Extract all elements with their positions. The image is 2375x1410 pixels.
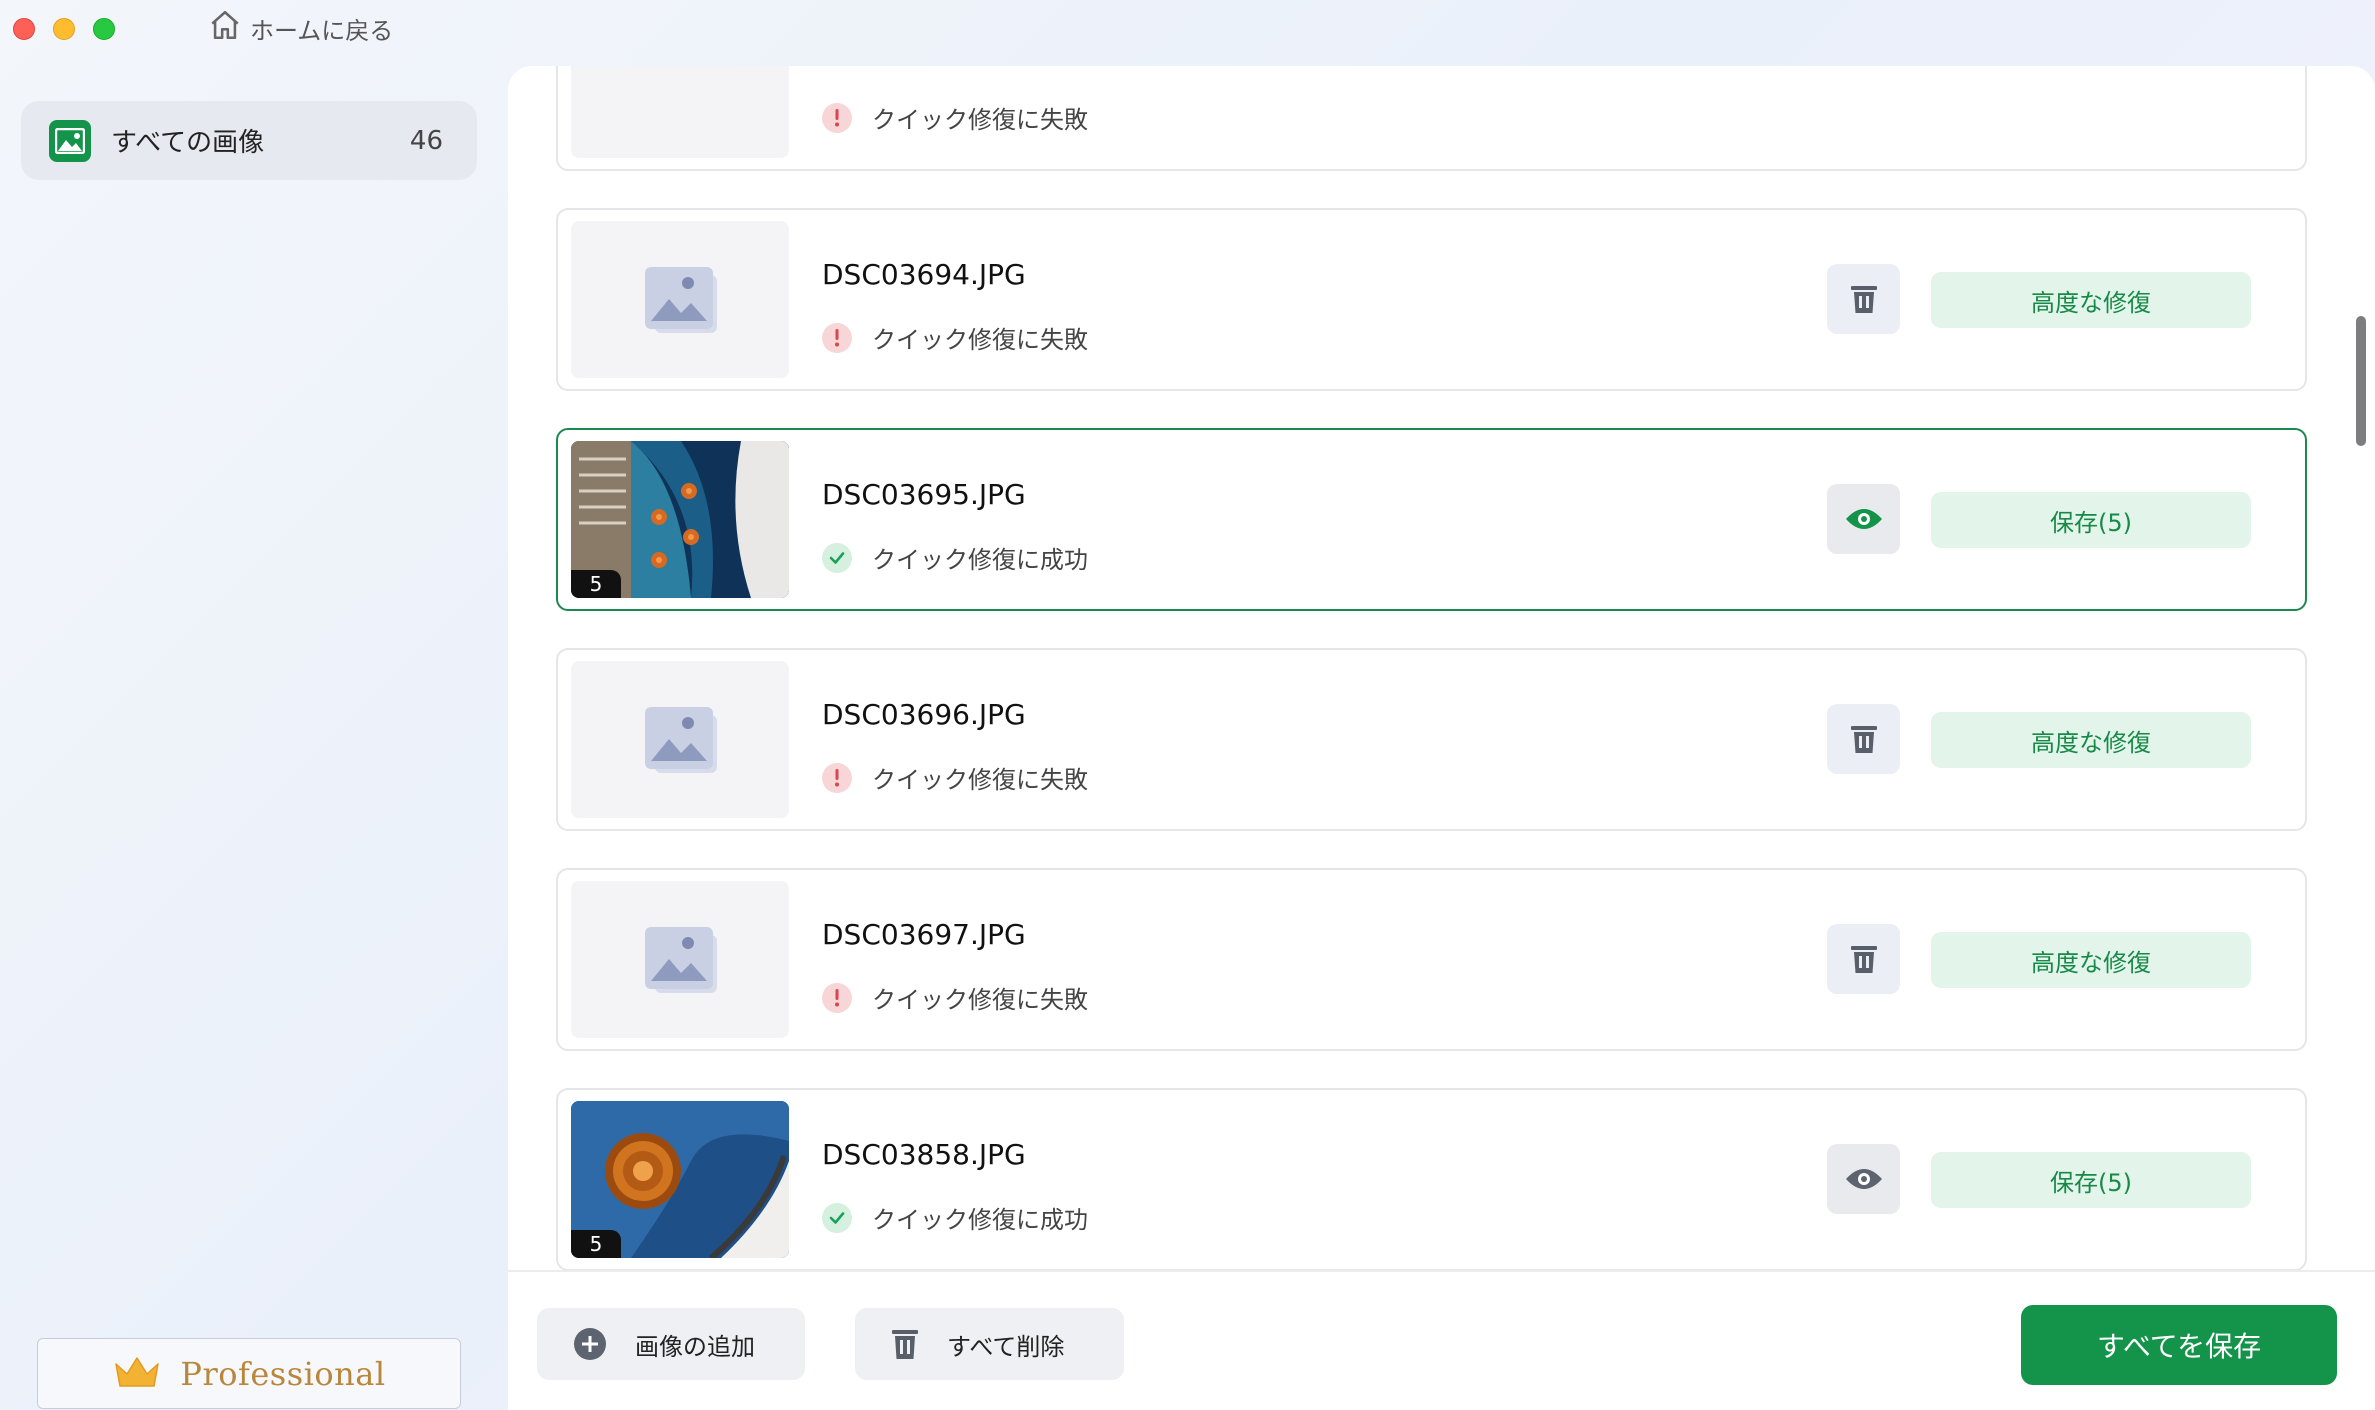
file-name: DSC03858.JPG: [822, 1138, 1026, 1171]
file-row[interactable]: DSC03694.JPG クイック修復に失敗 高度な修復: [556, 208, 2307, 391]
repair-status: クイック修復に失敗: [822, 760, 1088, 795]
image-icon: [49, 119, 91, 162]
repair-status: クイック修復に失敗: [822, 980, 1088, 1015]
repair-status-label: クイック修復に成功: [872, 1206, 1088, 1234]
thumbnail-placeholder: [571, 661, 789, 818]
save-all-button[interactable]: すべてを保存: [2021, 1305, 2337, 1385]
error-icon: [822, 762, 852, 793]
repair-status-label: クイック修復に失敗: [872, 986, 1088, 1014]
error-icon: [822, 102, 852, 133]
thumbnail-placeholder: [571, 881, 789, 1038]
professional-label: Professional: [180, 1354, 386, 1393]
thumbnail: 5: [571, 441, 789, 598]
save-button[interactable]: 保存(5): [1931, 492, 2251, 548]
error-icon: [822, 982, 852, 1013]
file-row[interactable]: 5 DSC03858.JPG クイック修復に成功 保存(5): [556, 1088, 2307, 1270]
repair-status-label: クイック修復に失敗: [872, 326, 1088, 354]
professional-upgrade-button[interactable]: Professional: [37, 1338, 461, 1409]
preview-button[interactable]: [1827, 1144, 1900, 1214]
scrollbar-thumb[interactable]: [2356, 316, 2366, 446]
zoom-window-button[interactable]: [93, 18, 115, 40]
repair-status: クイック修復に成功: [822, 1200, 1088, 1235]
file-name: DSC03694.JPG: [822, 258, 1026, 291]
delete-file-button[interactable]: [1827, 704, 1900, 774]
home-icon: [208, 8, 242, 48]
sidebar-item-all-images[interactable]: すべての画像 46: [21, 101, 477, 180]
trash-icon: [1850, 286, 1877, 313]
file-row[interactable]: 5 DSC03695.JPG クイック修復に成功 保存(5): [556, 428, 2307, 611]
main-panel: クイック修復に失敗 DSC03694.JPG クイック修復に失敗 高度な修復 5…: [508, 66, 2375, 1410]
close-window-button[interactable]: [13, 18, 35, 40]
thumbnail-placeholder: [571, 221, 789, 378]
trash-icon: [1850, 726, 1877, 753]
plus-circle-icon: [574, 1328, 606, 1360]
file-name: DSC03696.JPG: [822, 698, 1026, 731]
sidebar-item-label: すべての画像: [111, 128, 265, 158]
footer-toolbar: 画像の追加 すべて削除 すべてを保存: [508, 1270, 2375, 1410]
repair-status-label: クイック修復に失敗: [872, 766, 1088, 794]
advanced-repair-button[interactable]: 高度な修復: [1931, 272, 2251, 328]
repair-status: クイック修復に失敗: [822, 320, 1088, 355]
home-back-button[interactable]: ホームに戻る: [208, 10, 394, 45]
delete-file-button[interactable]: [1827, 924, 1900, 994]
home-back-label: ホームに戻る: [250, 16, 394, 45]
title-bar: ホームに戻る: [0, 0, 2375, 66]
file-row[interactable]: DSC03697.JPG クイック修復に失敗 高度な修復: [556, 868, 2307, 1051]
add-images-button[interactable]: 画像の追加: [537, 1308, 805, 1380]
image-placeholder-icon: [645, 706, 717, 773]
check-icon: [822, 542, 852, 573]
image-placeholder-icon: [645, 926, 717, 993]
repair-status-label: クイック修復に成功: [872, 546, 1088, 574]
file-name: DSC03695.JPG: [822, 478, 1026, 511]
save-button[interactable]: 保存(5): [1931, 1152, 2251, 1208]
eye-icon: [1845, 1169, 1882, 1189]
image-placeholder-icon: [645, 266, 717, 333]
add-images-label: 画像の追加: [635, 1332, 755, 1361]
delete-all-label: すべて削除: [947, 1332, 1065, 1361]
error-icon: [822, 322, 852, 353]
file-row[interactable]: DSC03696.JPG クイック修復に失敗 高度な修復: [556, 648, 2307, 831]
preview-button[interactable]: [1827, 484, 1900, 554]
thumbnail: 5: [571, 1101, 789, 1258]
file-list[interactable]: クイック修復に失敗 DSC03694.JPG クイック修復に失敗 高度な修復 5…: [508, 66, 2375, 1270]
sidebar: すべての画像 46 Professional: [0, 66, 508, 1410]
file-row[interactable]: クイック修復に失敗: [556, 66, 2307, 171]
delete-file-button[interactable]: [1827, 264, 1900, 334]
crown-icon: [112, 1354, 162, 1394]
repair-status: クイック修復に成功: [822, 540, 1088, 575]
sidebar-item-count: 46: [409, 125, 443, 156]
advanced-repair-button[interactable]: 高度な修復: [1931, 932, 2251, 988]
repair-status: クイック修復に失敗: [822, 100, 1088, 135]
check-icon: [822, 1202, 852, 1233]
delete-all-button[interactable]: すべて削除: [855, 1308, 1124, 1380]
file-name: DSC03697.JPG: [822, 918, 1026, 951]
minimize-window-button[interactable]: [53, 18, 75, 40]
repair-status-label: クイック修復に失敗: [872, 106, 1088, 134]
version-count-badge: 5: [571, 570, 621, 598]
version-count-badge: 5: [571, 1230, 621, 1258]
trash-icon: [892, 1330, 918, 1359]
trash-icon: [1850, 946, 1877, 973]
thumbnail-placeholder: [571, 66, 789, 158]
advanced-repair-button[interactable]: 高度な修復: [1931, 712, 2251, 768]
eye-icon: [1845, 509, 1882, 529]
